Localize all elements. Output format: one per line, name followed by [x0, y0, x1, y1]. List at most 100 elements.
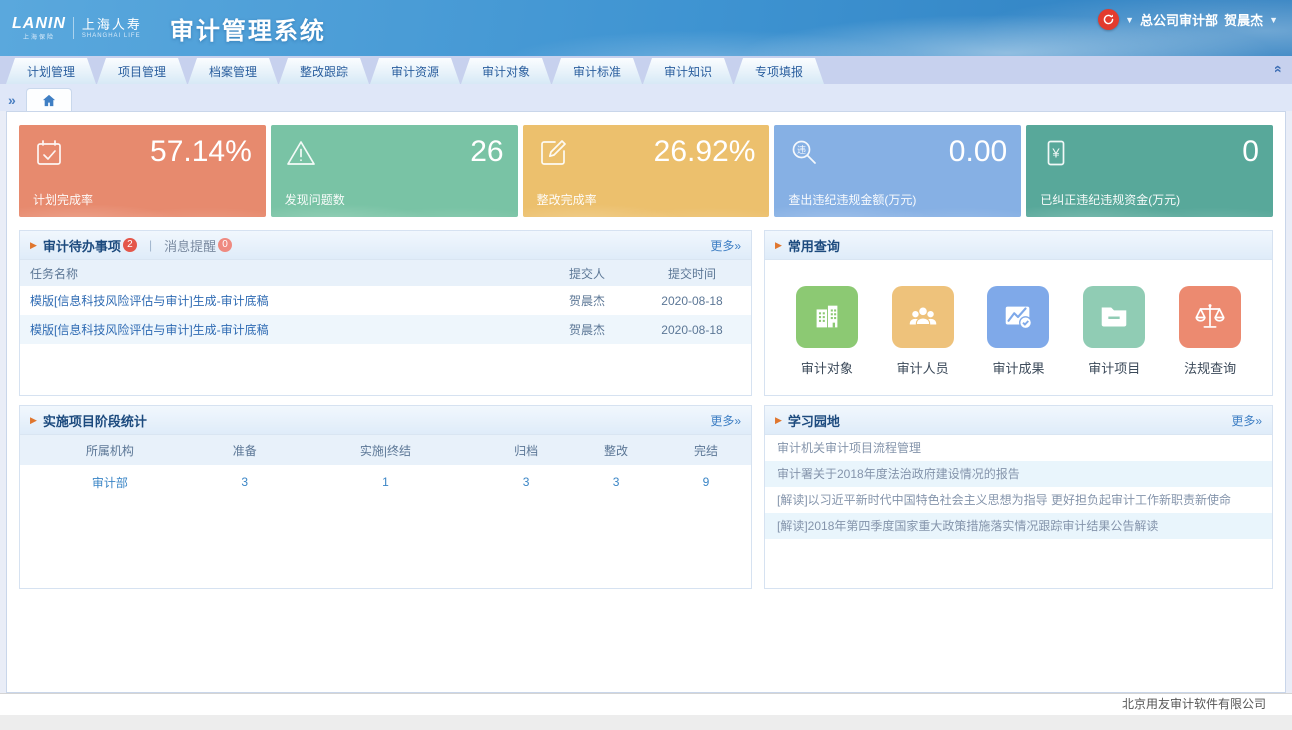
stage-panel-title: 实施项目阶段统计 — [43, 411, 147, 430]
panel-marker-icon: ▶ — [775, 240, 782, 251]
query-label: 法规查询 — [1179, 358, 1241, 377]
footer: 北京用友审计软件有限公司 — [0, 693, 1292, 715]
query-label: 审计项目 — [1083, 358, 1145, 377]
query-audit-results[interactable]: 审计成果 — [987, 286, 1049, 377]
task-link[interactable]: 模版[信息科技风险评估与审计]生成-审计底稿 — [20, 315, 541, 344]
violation-search-icon: 违 — [788, 137, 820, 169]
task-time: 2020-08-18 — [633, 286, 751, 315]
query-audit-personnel[interactable]: 审计人员 — [892, 286, 954, 377]
footer-company: 北京用友审计软件有限公司 — [1122, 697, 1266, 711]
chevron-down-icon[interactable]: ▼ — [1269, 15, 1278, 25]
brand-subtitle: 上海保险 — [12, 32, 66, 41]
scales-icon — [1193, 300, 1227, 334]
stage-count-link[interactable]: 3 — [481, 465, 571, 499]
home-icon — [42, 94, 56, 107]
todo-more-link[interactable]: 更多» — [710, 237, 741, 254]
tab-audit-resources[interactable]: 审计资源 — [370, 58, 460, 84]
collapse-chevrons-icon[interactable]: « — [1272, 65, 1286, 73]
svg-text:¥: ¥ — [1052, 146, 1061, 161]
tab-project-management[interactable]: 项目管理 — [97, 58, 187, 84]
stage-count-link[interactable]: 3 — [571, 465, 661, 499]
kpi-label: 整改完成率 — [537, 191, 597, 208]
tab-audit-knowledge[interactable]: 审计知识 — [643, 58, 733, 84]
query-audit-objects[interactable]: 审计对象 — [796, 286, 858, 377]
col-completed: 完结 — [661, 435, 751, 465]
table-row: 审计部 3 1 3 3 9 — [20, 465, 751, 499]
edit-icon — [537, 137, 569, 169]
list-item[interactable]: 审计机关审计项目流程管理 — [765, 435, 1272, 461]
dashboard-content: 57.14% 计划完成率 26 发现问题数 — [6, 111, 1286, 693]
svg-text:违: 违 — [797, 145, 806, 155]
kpi-value: 57.14% — [150, 135, 252, 168]
list-item[interactable]: 审计署关于2018年度法治政府建设情况的报告 — [765, 461, 1272, 487]
tab-plan-management[interactable]: 计划管理 — [6, 58, 96, 84]
learning-panel-title: 学习园地 — [788, 411, 840, 430]
kpi-label: 发现问题数 — [285, 191, 345, 208]
stage-count-link[interactable]: 1 — [290, 465, 481, 499]
kpi-corrected-funds[interactable]: ¥ 0 已纠正违纪违规资金(万元) — [1026, 125, 1273, 217]
kpi-label: 计划完成率 — [33, 191, 93, 208]
tab-archive-management[interactable]: 档案管理 — [188, 58, 278, 84]
query-regulations[interactable]: 法规查询 — [1179, 286, 1241, 377]
list-item[interactable]: [解读]2018年第四季度国家重大政策措施落实情况跟踪审计结果公告解读 — [765, 513, 1272, 539]
learning-list: 审计机关审计项目流程管理 审计署关于2018年度法治政府建设情况的报告 [解读]… — [765, 435, 1272, 539]
user-name[interactable]: 贺晨杰 — [1224, 10, 1263, 29]
kpi-rectification-completion[interactable]: 26.92% 整改完成率 — [523, 125, 770, 217]
tab-rectification-tracking[interactable]: 整改跟踪 — [279, 58, 369, 84]
tab-special-reporting[interactable]: 专项填报 — [734, 58, 824, 84]
query-panel-title: 常用查询 — [788, 236, 840, 255]
users-icon — [906, 300, 940, 334]
todo-count-badge: 2 — [123, 238, 137, 252]
tab-audit-standards[interactable]: 审计标准 — [552, 58, 642, 84]
todo-panel-title[interactable]: 审计待办事项 — [43, 236, 121, 255]
kpi-issues-found[interactable]: 26 发现问题数 — [271, 125, 518, 217]
stage-more-link[interactable]: 更多» — [710, 412, 741, 429]
kpi-plan-completion[interactable]: 57.14% 计划完成率 — [19, 125, 266, 217]
app-header: LANIN 上海保险 上海人寿 SHANGHAI LIFE 审计管理系统 ▼ 总… — [0, 0, 1292, 56]
list-item[interactable]: [解读]以习近平新时代中国特色社会主义思想为指导 更好担负起审计工作新职责新使命 — [765, 487, 1272, 513]
expand-chevrons-icon[interactable]: » — [8, 93, 16, 107]
task-submitter: 贺晨杰 — [541, 286, 633, 315]
query-audit-projects[interactable]: 审计项目 — [1083, 286, 1145, 377]
col-task-name: 任务名称 — [20, 260, 541, 286]
col-submit-time: 提交时间 — [633, 260, 751, 286]
kpi-value: 26.92% — [654, 135, 756, 168]
col-rectification: 整改 — [571, 435, 661, 465]
table-row: 模版[信息科技风险评估与审计]生成-审计底稿 贺晨杰 2020-08-18 — [20, 286, 751, 315]
kpi-value: 26 — [470, 135, 503, 168]
warning-icon — [285, 137, 317, 169]
query-label: 审计成果 — [987, 358, 1049, 377]
kpi-value: 0 — [1242, 135, 1259, 168]
common-queries-panel: ▶ 常用查询 — [764, 230, 1273, 396]
kpi-label: 查出违纪违规金额(万元) — [788, 191, 916, 208]
refresh-notification-button[interactable] — [1098, 9, 1119, 30]
message-count-badge: 0 — [218, 238, 232, 252]
main-nav: 计划管理 项目管理 档案管理 整改跟踪 审计资源 审计对象 审计标准 审计知识 … — [0, 56, 1292, 84]
chevron-down-icon[interactable]: ▼ — [1125, 15, 1134, 25]
refresh-icon — [1102, 13, 1115, 26]
tab-audit-objects[interactable]: 审计对象 — [461, 58, 551, 84]
table-row: 模版[信息科技风险评估与审计]生成-审计底稿 贺晨杰 2020-08-18 — [20, 315, 751, 344]
brand-name: LANIN — [12, 15, 66, 33]
kpi-violation-amount-found[interactable]: 违 0.00 查出违纪违规金额(万元) — [774, 125, 1021, 217]
folder-icon — [1097, 300, 1131, 334]
org-link[interactable]: 审计部 — [20, 465, 200, 499]
task-time: 2020-08-18 — [633, 315, 751, 344]
learning-more-link[interactable]: 更多» — [1231, 412, 1262, 429]
todo-panel: ▶ 审计待办事项2 | 消息提醒0 更多» 任务名称 提交人 提交时间 — [19, 230, 752, 396]
message-reminder-tab[interactable]: 消息提醒 — [164, 236, 216, 255]
task-link[interactable]: 模版[信息科技风险评估与审计]生成-审计底稿 — [20, 286, 541, 315]
building-icon — [810, 300, 844, 334]
tab-home[interactable] — [26, 88, 72, 111]
col-submitter: 提交人 — [541, 260, 633, 286]
kpi-value: 0.00 — [949, 135, 1007, 168]
user-area: ▼ 总公司审计部 贺晨杰 ▼ — [1098, 9, 1278, 30]
kpi-row: 57.14% 计划完成率 26 发现问题数 — [19, 125, 1273, 217]
open-tabs-bar: » — [0, 84, 1292, 111]
stage-count-link[interactable]: 3 — [200, 465, 290, 499]
company-logo: LANIN 上海保险 上海人寿 SHANGHAI LIFE — [12, 15, 142, 42]
stage-count-link[interactable]: 9 — [661, 465, 751, 499]
company-name: 上海人寿 — [82, 17, 142, 33]
yuan-icon: ¥ — [1040, 137, 1072, 169]
calendar-check-icon — [33, 137, 65, 169]
